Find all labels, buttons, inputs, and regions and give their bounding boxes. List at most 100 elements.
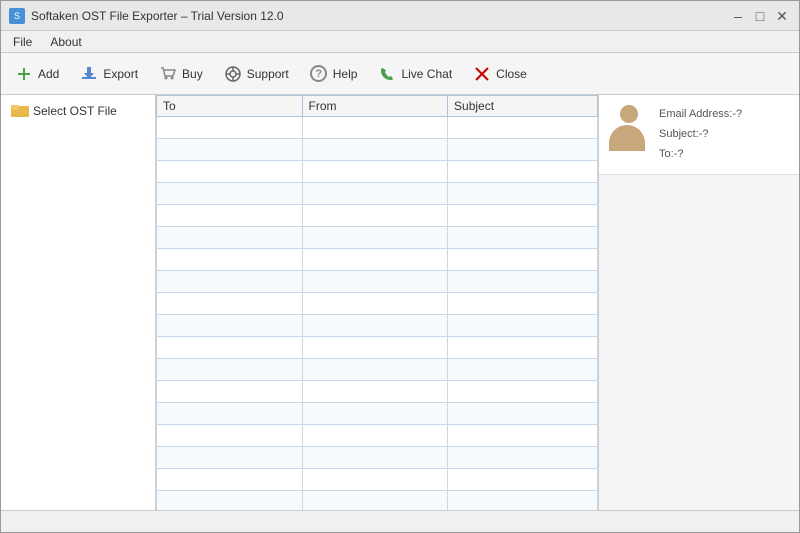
col-to: To [157, 96, 303, 117]
table-cell [302, 161, 448, 183]
app-window: S Softaken OST File Exporter – Trial Ver… [0, 0, 800, 533]
support-button[interactable]: Support [214, 57, 298, 91]
table-cell [157, 227, 303, 249]
add-icon [14, 64, 34, 84]
table-cell [302, 447, 448, 469]
support-icon [223, 64, 243, 84]
title-bar: S Softaken OST File Exporter – Trial Ver… [1, 1, 799, 31]
table-row[interactable] [157, 381, 598, 403]
select-ost-button[interactable]: Select OST File [5, 99, 151, 123]
app-icon: S [9, 8, 25, 24]
table-row[interactable] [157, 491, 598, 511]
table-cell [448, 271, 598, 293]
table-cell [302, 359, 448, 381]
livechat-button[interactable]: Live Chat [368, 57, 461, 91]
table-cell [302, 293, 448, 315]
menu-bar: File About [1, 31, 799, 53]
table-cell [157, 183, 303, 205]
col-subject: Subject [448, 96, 598, 117]
buy-button[interactable]: Buy [149, 57, 212, 91]
table-cell [157, 205, 303, 227]
table-cell [448, 491, 598, 511]
avatar-body [609, 125, 645, 151]
status-bar [1, 510, 799, 532]
table-row[interactable] [157, 315, 598, 337]
table-cell [302, 491, 448, 511]
livechat-icon [377, 64, 397, 84]
minimize-button[interactable]: – [729, 7, 747, 25]
table-cell [302, 403, 448, 425]
table-row[interactable] [157, 293, 598, 315]
menu-about[interactable]: About [42, 33, 89, 51]
table-row[interactable] [157, 425, 598, 447]
col-from: From [302, 96, 448, 117]
table-cell [302, 271, 448, 293]
table-cell [157, 271, 303, 293]
table-cell [448, 359, 598, 381]
table-cell [302, 117, 448, 139]
buy-icon [158, 64, 178, 84]
table-row[interactable] [157, 469, 598, 491]
table-row[interactable] [157, 117, 598, 139]
contact-info: Email Address:-? Subject:-? To:-? [659, 105, 742, 164]
buy-label: Buy [182, 67, 203, 81]
email-table: To From Subject [156, 95, 598, 510]
table-cell [448, 117, 598, 139]
email-address-field: Email Address:-? [659, 105, 742, 125]
contact-card: Email Address:-? Subject:-? To:-? [599, 95, 799, 175]
menu-file[interactable]: File [5, 33, 40, 51]
table-row[interactable] [157, 249, 598, 271]
table-row[interactable] [157, 161, 598, 183]
to-field: To:-? [659, 145, 742, 165]
table-cell [302, 337, 448, 359]
close-button[interactable]: Close [463, 57, 536, 91]
folder-icon [11, 102, 29, 120]
table-cell [302, 139, 448, 161]
right-panel: Email Address:-? Subject:-? To:-? [599, 95, 799, 510]
table-cell [302, 381, 448, 403]
table-row[interactable] [157, 227, 598, 249]
close-toolbar-icon [472, 64, 492, 84]
table-row[interactable] [157, 139, 598, 161]
table-cell [448, 381, 598, 403]
close-label: Close [496, 67, 527, 81]
table-cell [302, 315, 448, 337]
table-cell [448, 403, 598, 425]
main-content: Select OST File To From Subject [1, 95, 799, 510]
table-row[interactable] [157, 337, 598, 359]
add-button[interactable]: Add [5, 57, 68, 91]
table-cell [448, 469, 598, 491]
email-list-scroll[interactable]: To From Subject [156, 95, 598, 510]
title-bar-left: S Softaken OST File Exporter – Trial Ver… [9, 8, 284, 24]
table-cell [448, 337, 598, 359]
avatar [609, 105, 649, 153]
table-row[interactable] [157, 403, 598, 425]
table-cell [157, 117, 303, 139]
center-panel: To From Subject [156, 95, 599, 510]
export-button[interactable]: Export [70, 57, 147, 91]
table-cell [302, 425, 448, 447]
table-cell [157, 491, 303, 511]
avatar-head [620, 105, 638, 123]
table-cell [157, 315, 303, 337]
help-label: Help [333, 67, 358, 81]
window-close-button[interactable]: ✕ [773, 7, 791, 25]
table-row[interactable] [157, 271, 598, 293]
table-row[interactable] [157, 447, 598, 469]
table-row[interactable] [157, 183, 598, 205]
table-cell [157, 425, 303, 447]
toolbar: Add Export Buy [1, 53, 799, 95]
help-button[interactable]: ? Help [300, 57, 367, 91]
table-cell [448, 183, 598, 205]
table-cell [302, 469, 448, 491]
table-cell [157, 469, 303, 491]
maximize-button[interactable]: □ [751, 7, 769, 25]
table-row[interactable] [157, 359, 598, 381]
table-cell [448, 227, 598, 249]
export-icon [79, 64, 99, 84]
table-row[interactable] [157, 205, 598, 227]
table-cell [302, 183, 448, 205]
table-cell [157, 249, 303, 271]
livechat-label: Live Chat [401, 67, 452, 81]
table-cell [448, 293, 598, 315]
